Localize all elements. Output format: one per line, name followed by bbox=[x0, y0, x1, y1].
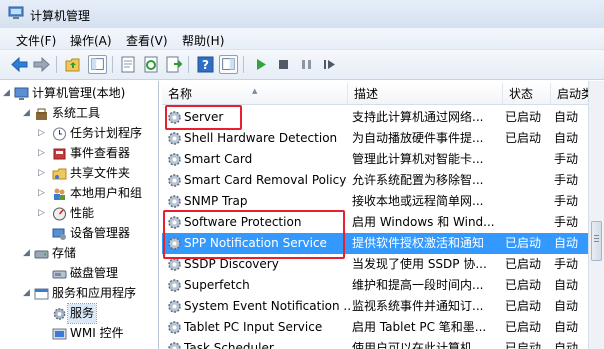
service-description: 启用 Windows 和 Wind... bbox=[352, 215, 495, 229]
table-row[interactable]: Smart Card 管理此计算机对智能卡... 手动 bbox=[162, 149, 604, 170]
column-header-description[interactable]: 描述 bbox=[348, 83, 503, 105]
properties-icon[interactable] bbox=[119, 55, 138, 74]
service-name: Tablet PC Input Service bbox=[184, 320, 323, 334]
service-gear-icon bbox=[167, 278, 182, 293]
services-applications-icon bbox=[34, 288, 49, 300]
help-icon[interactable]: ? bbox=[196, 55, 215, 74]
export-list-icon[interactable] bbox=[164, 55, 183, 74]
title-bar: 计算机管理 bbox=[0, 0, 604, 28]
column-header-name[interactable]: ▲ 名称 bbox=[162, 83, 348, 105]
service-gear-icon bbox=[167, 173, 182, 188]
menu-help[interactable]: 帮助(H) bbox=[182, 32, 224, 49]
expand-arrow-icon[interactable]: ▷ bbox=[38, 204, 48, 223]
service-description: 为自动播放硬件事件提... bbox=[352, 131, 484, 145]
navigation-tree: ◢ 计算机管理(本地) ◢ 系统工具 ▷ 任务计划程序 ▷ 事件查看器 ▷ 共享… bbox=[0, 81, 159, 349]
computer-management-icon bbox=[8, 6, 24, 19]
service-description: 允许系统配置为移除智... bbox=[352, 173, 484, 187]
up-folder-icon[interactable] bbox=[64, 55, 83, 74]
restart-service-icon[interactable] bbox=[320, 55, 339, 74]
event-viewer-icon bbox=[53, 148, 66, 160]
tools-icon bbox=[36, 108, 47, 120]
toolbar: ? bbox=[0, 50, 604, 80]
wmi-icon bbox=[52, 328, 67, 340]
table-row[interactable]: System Event Notification ... 监视系统事件并通知订.… bbox=[162, 296, 604, 317]
highlight-box-server bbox=[165, 105, 242, 130]
forward-icon[interactable] bbox=[32, 55, 51, 74]
table-row[interactable]: Task Scheduler 使用户可以在此计算机... 已启动 自动 bbox=[162, 338, 604, 349]
service-description: 使用户可以在此计算机... bbox=[352, 341, 484, 349]
scrollbar-thumb[interactable] bbox=[591, 221, 602, 261]
toolbar-separator bbox=[112, 56, 113, 73]
service-name: SNMP Trap bbox=[184, 194, 248, 208]
toolbar-separator bbox=[243, 56, 244, 73]
refresh-icon[interactable] bbox=[142, 55, 161, 74]
service-description: 维护和提高一段时间内... bbox=[352, 278, 484, 292]
service-name: Shell Hardware Detection bbox=[184, 131, 338, 145]
service-gear-icon bbox=[167, 341, 182, 349]
start-service-icon[interactable] bbox=[251, 55, 270, 74]
shared-folder-icon bbox=[52, 168, 67, 180]
service-description: 接收本地或远程简单网... bbox=[352, 194, 484, 208]
stop-service-icon[interactable] bbox=[274, 55, 293, 74]
disk-icon bbox=[52, 270, 67, 279]
window-title: 计算机管理 bbox=[30, 9, 91, 23]
table-row[interactable]: SNMP Trap 接收本地或远程简单网... 手动 bbox=[162, 191, 604, 212]
expand-arrow-icon[interactable]: ▷ bbox=[38, 124, 48, 143]
expand-arrow-icon[interactable]: ▷ bbox=[38, 144, 48, 163]
column-header-status[interactable]: 状态 bbox=[503, 83, 551, 105]
vertical-scrollbar[interactable] bbox=[588, 81, 604, 349]
clock-icon bbox=[53, 127, 66, 141]
service-description: 提供软件授权激活和通知 bbox=[352, 236, 485, 250]
list-header: ▲ 名称 描述 状态 启动类 bbox=[162, 83, 604, 105]
menu-file[interactable]: 文件(F) bbox=[16, 32, 56, 49]
table-row[interactable]: Smart Card Removal Policy 允许系统配置为移除智... 手动 bbox=[162, 170, 604, 191]
menu-action[interactable]: 操作(A) bbox=[70, 32, 112, 49]
service-description: 当发现了使用 SSDP 协... bbox=[352, 257, 487, 271]
expand-arrow-icon[interactable]: ▷ bbox=[38, 184, 48, 203]
storage-icon bbox=[34, 250, 49, 259]
back-icon[interactable] bbox=[10, 55, 29, 74]
service-description: 监视系统事件并通知订... bbox=[352, 299, 484, 313]
computer-icon bbox=[14, 87, 29, 100]
service-gear-icon bbox=[167, 131, 182, 146]
gear-icon bbox=[53, 308, 66, 320]
service-description: 管理此计算机对智能卡... bbox=[352, 152, 484, 166]
service-description: 启用 Tablet PC 笔和墨... bbox=[352, 320, 487, 334]
service-name: Smart Card bbox=[184, 152, 253, 166]
grip-icon bbox=[594, 238, 599, 239]
toolbar-separator bbox=[188, 56, 189, 73]
show-hide-tree-icon[interactable] bbox=[88, 55, 107, 74]
service-gear-icon bbox=[167, 320, 182, 335]
service-gear-icon bbox=[167, 299, 182, 314]
users-icon bbox=[54, 188, 65, 200]
svg-text:?: ? bbox=[202, 58, 209, 72]
table-row[interactable]: Shell Hardware Detection 为自动播放硬件事件提... 已启动… bbox=[162, 128, 604, 149]
sort-ascending-icon: ▲ bbox=[252, 87, 258, 95]
collapse-arrow-icon[interactable]: ◢ bbox=[23, 104, 33, 123]
device-manager-icon bbox=[52, 228, 66, 240]
service-gear-icon bbox=[167, 257, 182, 272]
service-name: System Event Notification ... bbox=[184, 299, 350, 313]
pause-service-icon[interactable] bbox=[297, 55, 316, 74]
collapse-arrow-icon[interactable]: ◢ bbox=[3, 84, 13, 103]
toolbar-separator bbox=[56, 56, 57, 73]
performance-icon bbox=[53, 207, 66, 221]
menu-view[interactable]: 查看(V) bbox=[126, 32, 168, 49]
table-row[interactable]: Tablet PC Input Service 启用 Tablet PC 笔和墨.… bbox=[162, 317, 604, 338]
highlight-box-spp bbox=[163, 210, 345, 259]
menu-bar: 文件(F) 操作(A) 查看(V) 帮助(H) bbox=[0, 28, 604, 50]
service-name: Superfetch bbox=[184, 278, 250, 292]
expand-arrow-icon[interactable]: ▷ bbox=[38, 164, 48, 183]
service-description: 支持此计算机通过网络... bbox=[352, 110, 484, 124]
table-row[interactable]: Superfetch 维护和提高一段时间内... 已启动 自动 bbox=[162, 275, 604, 296]
collapse-arrow-icon[interactable]: ◢ bbox=[23, 284, 33, 303]
service-name: Task Scheduler bbox=[184, 341, 274, 349]
service-gear-icon bbox=[167, 152, 182, 167]
collapse-arrow-icon[interactable]: ◢ bbox=[23, 244, 33, 263]
action-pane-icon[interactable] bbox=[219, 55, 238, 74]
service-name: Smart Card Removal Policy bbox=[184, 173, 347, 187]
service-gear-icon bbox=[167, 194, 182, 209]
